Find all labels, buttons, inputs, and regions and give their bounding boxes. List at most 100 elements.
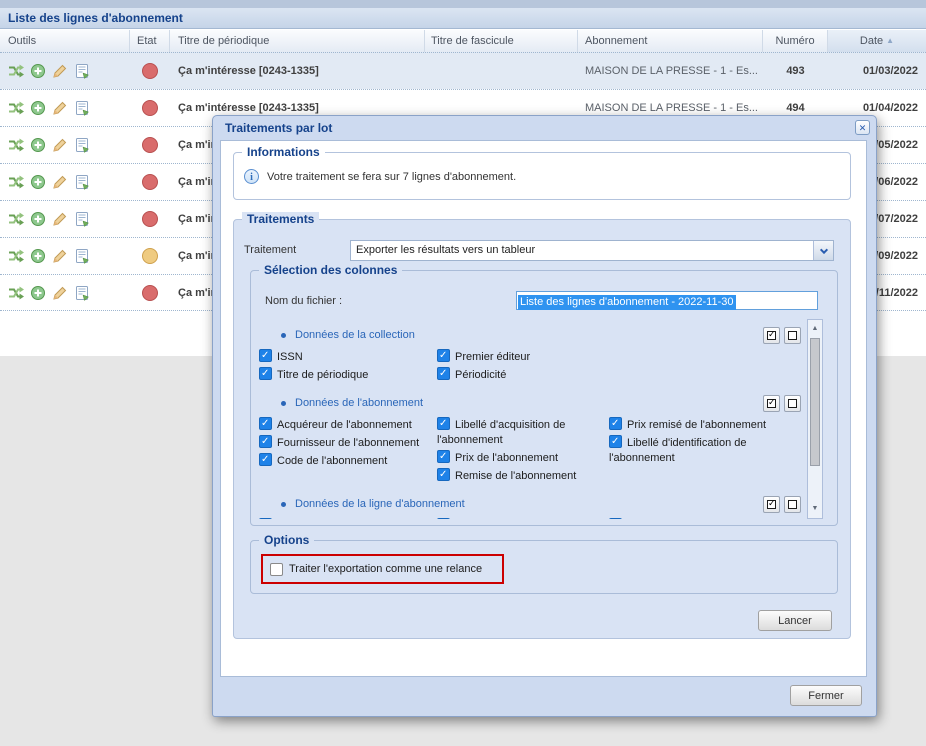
checkbox-label: Code de l'abonnement <box>277 455 387 467</box>
checkbox-checked-icon[interactable] <box>259 349 272 362</box>
batch-actions-icon[interactable] <box>8 100 24 116</box>
select-all-button[interactable] <box>763 496 780 513</box>
add-icon[interactable] <box>30 100 46 116</box>
column-checkbox-item[interactable]: ISSN <box>259 349 437 365</box>
dropdown-button[interactable] <box>813 241 833 260</box>
status-red-icon <box>142 100 158 116</box>
filename-input[interactable]: Liste des lignes d'abonnement - 2022-11-… <box>516 291 818 310</box>
column-header-abonnement[interactable]: Abonnement <box>578 30 763 52</box>
row-tools <box>8 238 128 275</box>
select-all-button[interactable] <box>763 327 780 344</box>
column-header-titre-fascicule[interactable]: Titre de fascicule <box>425 30 578 52</box>
deselect-all-button[interactable] <box>784 496 801 513</box>
launch-button[interactable]: Lancer <box>758 610 832 631</box>
close-icon[interactable]: ✕ <box>855 120 870 135</box>
deselect-all-button[interactable] <box>784 327 801 344</box>
checkbox-checked-icon[interactable] <box>437 349 450 362</box>
form-export-icon[interactable] <box>74 137 90 153</box>
checkbox-checked-icon[interactable] <box>259 435 272 448</box>
checkbox-checked-icon[interactable] <box>437 468 450 481</box>
select-all-button[interactable] <box>763 395 780 412</box>
edit-pencil-icon[interactable] <box>52 248 68 264</box>
vertical-scrollbar[interactable]: ▲ ▼ <box>807 319 823 519</box>
checkbox-checked-icon[interactable] <box>437 518 450 519</box>
add-icon[interactable] <box>30 63 46 79</box>
table-row[interactable]: Ça m'intéresse [0243-1335] MAISON DE LA … <box>0 52 926 89</box>
form-export-icon[interactable] <box>74 63 90 79</box>
section-header-abonnement: Données de l'abonnement <box>259 393 801 413</box>
column-header-date-label: Date <box>860 35 883 47</box>
column-checkbox-item[interactable]: Libellé d'acquisition de l'abonnement <box>437 417 609 448</box>
status-cell <box>142 275 170 312</box>
status-red-icon <box>142 211 158 227</box>
checkbox-label: Remise de l'abonnement <box>455 470 576 482</box>
treatment-select[interactable]: Exporter les résultats vers un tableur <box>350 240 834 261</box>
checkbox-checked-icon[interactable] <box>437 367 450 380</box>
column-checkbox-item[interactable]: Remise de l'abonnement <box>437 468 609 484</box>
unchecked-box-icon <box>788 331 797 340</box>
column-checkbox-item[interactable]: Premier éditeur <box>437 349 609 365</box>
batch-actions-icon[interactable] <box>8 63 24 79</box>
edit-pencil-icon[interactable] <box>52 100 68 116</box>
add-icon[interactable] <box>30 137 46 153</box>
column-checkbox-item[interactable]: Libellé d'identification de l'abonnement <box>609 435 801 466</box>
column-checkbox-item[interactable]: Prix de l'abonnement <box>437 450 609 466</box>
column-checkbox-item[interactable]: Périodicité <box>437 367 609 383</box>
column-checkbox-item[interactable]: Titre de périodique <box>259 367 437 383</box>
section-header-ligne-abonnement: Données de la ligne d'abonnement <box>259 494 801 514</box>
column-header-date[interactable]: Date▲ <box>828 30 926 52</box>
column-header-titre-periodique[interactable]: Titre de périodique <box>170 30 425 52</box>
edit-pencil-icon[interactable] <box>52 137 68 153</box>
form-export-icon[interactable] <box>74 100 90 116</box>
column-checkbox-item[interactable]: Acquéreur de l'abonnement <box>259 417 437 433</box>
treatment-selected-value: Exporter les résultats vers un tableur <box>356 241 535 260</box>
fascicule-cell <box>431 53 571 90</box>
checkbox-checked-icon[interactable] <box>259 367 272 380</box>
edit-pencil-icon[interactable] <box>52 285 68 301</box>
batch-actions-icon[interactable] <box>8 285 24 301</box>
column-checkbox-item[interactable]: Fournisseur de l'abonnement <box>259 435 437 451</box>
column-list-viewport: Données de la collection ISSN Titre de p… <box>259 319 823 519</box>
add-icon[interactable] <box>30 174 46 190</box>
column-checkbox-item[interactable]: Type de numéro <box>437 518 609 519</box>
status-red-icon <box>142 285 158 301</box>
scroll-down-icon[interactable]: ▼ <box>808 502 822 516</box>
checkbox-checked-icon[interactable] <box>609 435 622 448</box>
edit-pencil-icon[interactable] <box>52 211 68 227</box>
add-icon[interactable] <box>30 248 46 264</box>
column-checkbox-item[interactable]: Titre de fascicule <box>259 518 437 519</box>
form-export-icon[interactable] <box>74 174 90 190</box>
form-export-icon[interactable] <box>74 285 90 301</box>
checkbox-checked-icon[interactable] <box>437 450 450 463</box>
deselect-all-button[interactable] <box>784 395 801 412</box>
column-checkbox-item[interactable]: Motif de non réception <box>609 518 801 519</box>
edit-pencil-icon[interactable] <box>52 174 68 190</box>
checkbox-checked-icon[interactable] <box>609 518 622 519</box>
column-header-numero[interactable]: Numéro <box>763 30 828 52</box>
scroll-up-icon[interactable]: ▲ <box>808 322 822 336</box>
add-icon[interactable] <box>30 285 46 301</box>
checkbox-checked-icon[interactable] <box>259 453 272 466</box>
column-checkbox-item[interactable]: Prix remisé de l'abonnement <box>609 417 801 433</box>
form-export-icon[interactable] <box>74 211 90 227</box>
batch-actions-icon[interactable] <box>8 248 24 264</box>
scrollbar-thumb[interactable] <box>810 338 820 466</box>
column-checkbox-item[interactable]: Code de l'abonnement <box>259 453 437 469</box>
batch-actions-icon[interactable] <box>8 137 24 153</box>
column-header-outils[interactable]: Outils <box>0 30 130 52</box>
batch-actions-icon[interactable] <box>8 174 24 190</box>
checkbox-checked-icon[interactable] <box>437 417 450 430</box>
batch-actions-icon[interactable] <box>8 211 24 227</box>
checkbox-checked-icon[interactable] <box>259 518 272 519</box>
add-icon[interactable] <box>30 211 46 227</box>
checkbox-unchecked-icon[interactable] <box>270 563 283 576</box>
edit-pencil-icon[interactable] <box>52 63 68 79</box>
filename-selected-text: Liste des lignes d'abonnement - 2022-11-… <box>518 295 736 310</box>
form-export-icon[interactable] <box>74 248 90 264</box>
status-red-icon <box>142 63 158 79</box>
checkbox-checked-icon[interactable] <box>259 417 272 430</box>
close-button[interactable]: Fermer <box>790 685 862 706</box>
checkbox-label: Acquéreur de l'abonnement <box>277 419 412 431</box>
checkbox-checked-icon[interactable] <box>609 417 622 430</box>
column-header-etat[interactable]: Etat <box>130 30 170 52</box>
